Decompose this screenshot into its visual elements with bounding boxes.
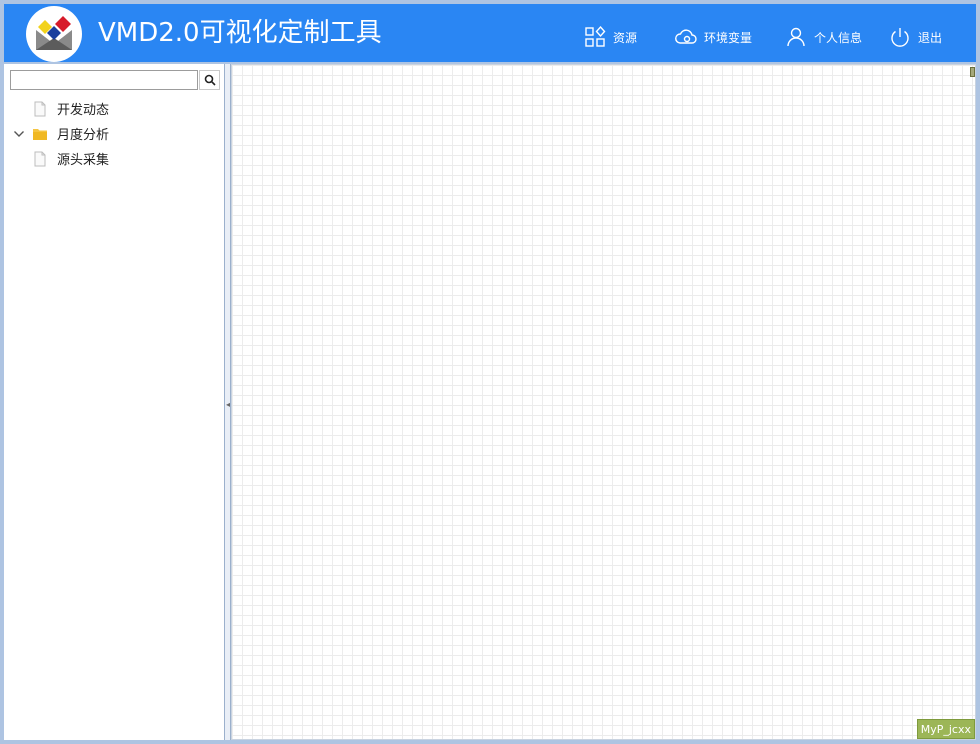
- file-icon: [32, 101, 48, 117]
- search-icon: [204, 71, 216, 90]
- file-icon: [32, 151, 48, 167]
- nav-logout-button[interactable]: 退出: [888, 24, 942, 50]
- tree-item-label: 月度分析: [57, 128, 110, 143]
- tree-item-source-collection[interactable]: 源头采集: [4, 146, 224, 171]
- vmd-logo-icon: [26, 6, 82, 62]
- folder-icon: [32, 126, 48, 142]
- nav-resources-button[interactable]: 资源: [583, 24, 637, 50]
- nav-logout-label: 退出: [918, 30, 943, 45]
- nav-env-vars-button[interactable]: 环境变量: [674, 24, 752, 50]
- nav-profile-label: 个人信息: [814, 30, 863, 45]
- user-icon: [784, 25, 808, 49]
- nav-resources-label: 资源: [613, 30, 638, 45]
- tree-item-monthly-analysis[interactable]: 月度分析: [4, 121, 224, 146]
- chevron-down-icon[interactable]: [12, 127, 26, 141]
- tree-item-label: 开发动态: [57, 103, 110, 118]
- component-tag-label[interactable]: MyP_jcxx: [916, 719, 975, 739]
- sidebar: 开发动态 月度分析 源头采集: [4, 64, 225, 740]
- tree-search-button[interactable]: [199, 70, 220, 90]
- app-title: VMD2.0可视化定制工具: [98, 18, 382, 48]
- design-canvas[interactable]: MyP_jcxx: [231, 64, 976, 740]
- nav-profile-button[interactable]: 个人信息: [784, 24, 862, 50]
- cloud-gear-icon: [674, 25, 698, 49]
- tree-search-input[interactable]: [10, 70, 198, 90]
- resize-handle[interactable]: [970, 67, 975, 77]
- collapse-arrow-icon[interactable]: ◂: [226, 400, 230, 410]
- resource-tree: 开发动态 月度分析 源头采集: [4, 96, 224, 171]
- app-header: VMD2.0可视化定制工具 资源 环境变量 个人信息 退出: [4, 4, 976, 62]
- power-icon: [888, 25, 912, 49]
- resources-grid-icon: [583, 25, 607, 49]
- app-window: VMD2.0可视化定制工具 资源 环境变量 个人信息 退出 开发动态 月度分析 …: [0, 0, 980, 744]
- tree-item-label: 源头采集: [57, 153, 110, 168]
- nav-env-vars-label: 环境变量: [704, 30, 753, 45]
- tree-item-dev-dynamics[interactable]: 开发动态: [4, 96, 224, 121]
